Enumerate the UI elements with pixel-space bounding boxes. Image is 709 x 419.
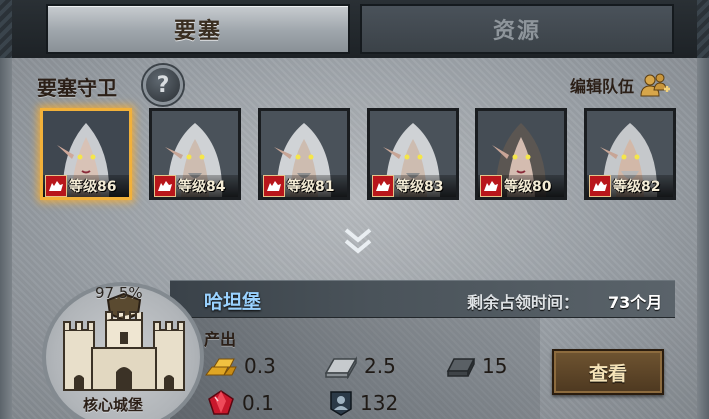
remaining-time-label: 剩余占领时间： <box>467 293 580 312</box>
guard-level-bar: 等级86 <box>43 175 129 197</box>
production-label: 产出 <box>204 330 237 349</box>
double-chevron-down-icon[interactable] <box>342 226 374 256</box>
tab-resources[interactable]: 资源 <box>360 4 674 54</box>
remaining-time-value: 73个月 <box>608 293 663 312</box>
wolf-emblem-icon <box>372 175 394 197</box>
fortress-guard-title: 要塞守卫 <box>37 76 117 100</box>
castle-occupation-percent: 97.5% <box>95 284 143 302</box>
guard-card-3[interactable]: 等级81 <box>258 108 350 200</box>
wolf-emblem-icon <box>45 175 67 197</box>
frame-ornament-left <box>0 0 12 58</box>
question-mark-icon: ? <box>156 72 170 98</box>
guard-level-bar: 等级82 <box>587 175 673 197</box>
guard-card-2[interactable]: 等级84 <box>149 108 241 200</box>
guard-level-bar: 等级80 <box>478 175 564 197</box>
resource-value: 132 <box>360 391 399 415</box>
frame-ornament-right <box>697 0 709 58</box>
help-button[interactable]: ? <box>143 65 183 105</box>
guard-level-text: 等级84 <box>178 179 226 195</box>
resource-value: 15 <box>482 354 508 378</box>
resource-iron: 2.5 <box>324 353 396 379</box>
resource-value: 2.5 <box>364 354 396 378</box>
castle-type-label: 核心城堡 <box>83 396 144 414</box>
iron-ingot-icon <box>324 356 358 379</box>
view-button[interactable]: 查看 <box>552 349 664 395</box>
resource-gem: 0.1 <box>206 389 274 417</box>
tab-fortress[interactable]: 要塞 <box>46 4 350 54</box>
wolf-emblem-icon <box>263 175 285 197</box>
guard-level-text: 等级80 <box>504 179 552 195</box>
guard-level-text: 等级83 <box>396 179 444 195</box>
add-users-icon <box>640 73 671 97</box>
guard-card-4[interactable]: 等级83 <box>367 108 459 200</box>
guard-card-1[interactable]: 等级86 <box>40 108 132 200</box>
guard-level-text: 等级86 <box>69 179 117 195</box>
guard-level-text: 等级81 <box>287 179 335 195</box>
edit-team-label: 编辑队伍 <box>570 77 635 96</box>
castle-name: 哈坦堡 <box>204 291 262 313</box>
guard-level-bar: 等级81 <box>261 175 347 197</box>
guard-level-text: 等级82 <box>613 179 661 195</box>
troop-badge-icon <box>330 391 352 416</box>
resource-value: 0.1 <box>242 391 274 415</box>
guard-level-bar: 等级84 <box>152 175 238 197</box>
resource-gold: 0.3 <box>204 353 276 379</box>
stone-block-icon <box>446 358 476 377</box>
guard-level-bar: 等级83 <box>370 175 456 197</box>
panel-edge-right <box>697 58 709 419</box>
wolf-emblem-icon <box>589 175 611 197</box>
castle-icon <box>63 292 185 391</box>
wolf-emblem-icon <box>480 175 502 197</box>
wolf-emblem-icon <box>154 175 176 197</box>
panel-edge-left <box>0 58 12 419</box>
gold-bars-icon <box>205 358 237 376</box>
ruby-gem-icon <box>208 390 234 415</box>
resource-value: 0.3 <box>244 354 276 378</box>
guard-card-5[interactable]: 等级80 <box>475 108 567 200</box>
resource-troops: 132 <box>328 389 398 417</box>
guard-card-6[interactable]: 等级82 <box>584 108 676 200</box>
resource-stone: 15 <box>446 353 507 379</box>
edit-team-button[interactable]: 编辑队伍 <box>570 72 672 98</box>
